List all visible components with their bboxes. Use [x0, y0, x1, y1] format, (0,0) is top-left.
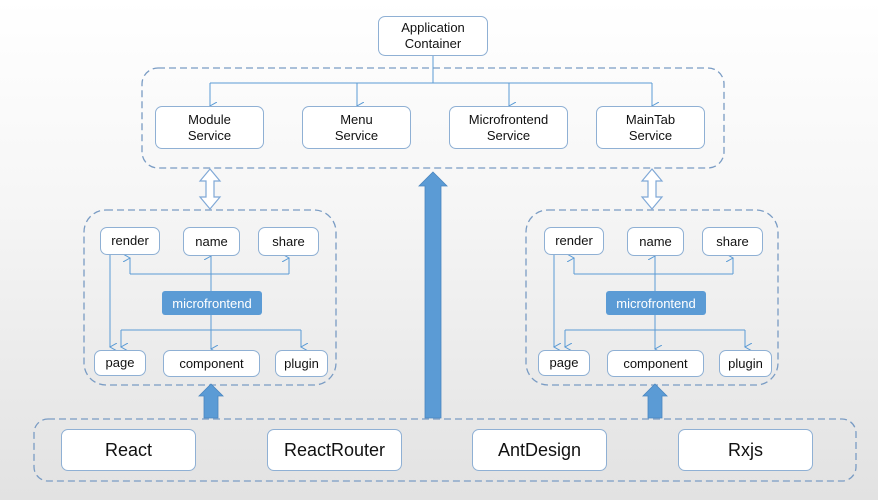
microfrontend-node: microfrontend	[606, 291, 706, 315]
up-arrow-left-icon	[198, 383, 224, 419]
double-arrow-left-icon	[198, 168, 222, 210]
page-node: page	[94, 350, 146, 376]
render-node: render	[100, 227, 160, 255]
up-arrow-right-icon	[642, 383, 668, 419]
page-node: page	[538, 350, 590, 376]
name-node: name	[627, 227, 684, 256]
render-node: render	[544, 227, 604, 255]
module-service-node: Module Service	[155, 106, 264, 149]
up-arrow-center-icon	[418, 171, 448, 419]
microfrontend-node: microfrontend	[162, 291, 262, 315]
share-node: share	[702, 227, 763, 256]
reactrouter-node: ReactRouter	[267, 429, 402, 471]
double-arrow-right-icon	[640, 168, 664, 210]
component-node: component	[163, 350, 260, 377]
service-connectors	[210, 56, 652, 106]
react-node: React	[61, 429, 196, 471]
antdesign-node: AntDesign	[472, 429, 607, 471]
microfrontend-service-node: Microfrontend Service	[449, 106, 568, 149]
maintab-service-node: MainTab Service	[596, 106, 705, 149]
architecture-diagram: Application Container Module Service Men…	[0, 0, 878, 500]
share-node: share	[258, 227, 319, 256]
plugin-node: plugin	[275, 350, 328, 377]
menu-service-node: Menu Service	[302, 106, 411, 149]
component-node: component	[607, 350, 704, 377]
application-container-node: Application Container	[378, 16, 488, 56]
rxjs-node: Rxjs	[678, 429, 813, 471]
name-node: name	[183, 227, 240, 256]
plugin-node: plugin	[719, 350, 772, 377]
